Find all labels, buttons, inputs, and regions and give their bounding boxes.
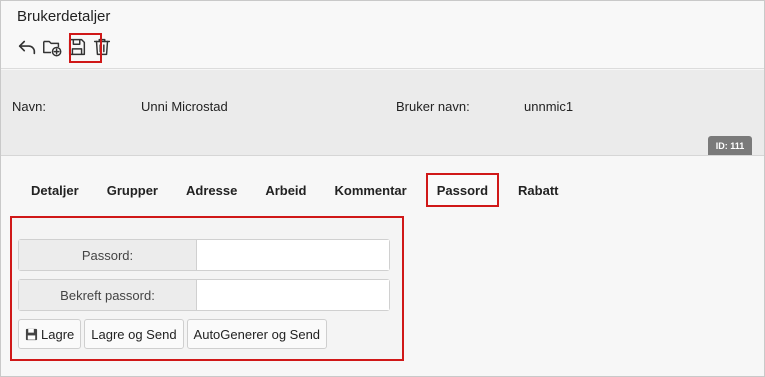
confirm-password-input[interactable] bbox=[197, 280, 389, 310]
tab-arbeid[interactable]: Arbeid bbox=[251, 173, 320, 207]
confirm-password-label: Bekreft passord: bbox=[19, 280, 197, 310]
new-folder-button[interactable] bbox=[40, 34, 64, 60]
tab-bar: Detaljer Grupper Adresse Arbeid Kommenta… bbox=[17, 173, 573, 207]
tab-passord[interactable]: Passord bbox=[425, 173, 500, 207]
delete-button[interactable] bbox=[90, 34, 114, 60]
user-info-panel: Navn: Unni Microstad Bruker navn: unnmic… bbox=[1, 70, 764, 156]
save-password-button[interactable]: Lagre bbox=[18, 319, 82, 349]
save-password-label: Lagre bbox=[41, 326, 75, 342]
confirm-password-row: Bekreft passord: bbox=[18, 279, 390, 311]
tab-rabatt[interactable]: Rabatt bbox=[504, 173, 572, 207]
window-frame: Brukerdetaljer Navn: Unni Microstad Bruk… bbox=[0, 0, 765, 377]
trash-icon bbox=[93, 38, 111, 56]
username-label: Bruker navn: bbox=[396, 99, 470, 114]
tab-detaljer[interactable]: Detaljer bbox=[17, 173, 93, 207]
tab-kommentar[interactable]: Kommentar bbox=[320, 173, 420, 207]
password-input[interactable] bbox=[197, 240, 389, 270]
id-badge: ID: 111 bbox=[708, 136, 752, 155]
page-title: Brukerdetaljer bbox=[17, 8, 111, 25]
autogenerate-and-send-label: AutoGenerer og Send bbox=[193, 326, 321, 342]
password-row: Passord: bbox=[18, 239, 390, 271]
name-value: Unni Microstad bbox=[141, 99, 228, 114]
password-label: Passord: bbox=[19, 240, 197, 270]
toolbar bbox=[15, 33, 115, 61]
save-icon bbox=[68, 38, 86, 56]
header: Brukerdetaljer bbox=[1, 1, 764, 69]
save-button[interactable] bbox=[65, 34, 89, 60]
autogenerate-and-send-button[interactable]: AutoGenerer og Send bbox=[186, 319, 328, 349]
username-value: unnmic1 bbox=[524, 99, 574, 114]
undo-button[interactable] bbox=[15, 34, 39, 60]
form-buttons: Lagre Lagre og Send AutoGenerer og Send bbox=[18, 319, 330, 349]
name-label: Navn: bbox=[12, 99, 46, 114]
undo-icon bbox=[18, 40, 36, 55]
new-folder-icon bbox=[43, 40, 62, 57]
floppy-icon bbox=[25, 328, 38, 340]
tab-adresse[interactable]: Adresse bbox=[172, 173, 251, 207]
tab-grupper[interactable]: Grupper bbox=[93, 173, 172, 207]
password-panel: Passord: Bekreft passord: Lagre Lagre og… bbox=[10, 216, 404, 361]
save-and-send-label: Lagre og Send bbox=[91, 326, 177, 342]
save-and-send-button[interactable]: Lagre og Send bbox=[84, 319, 184, 349]
